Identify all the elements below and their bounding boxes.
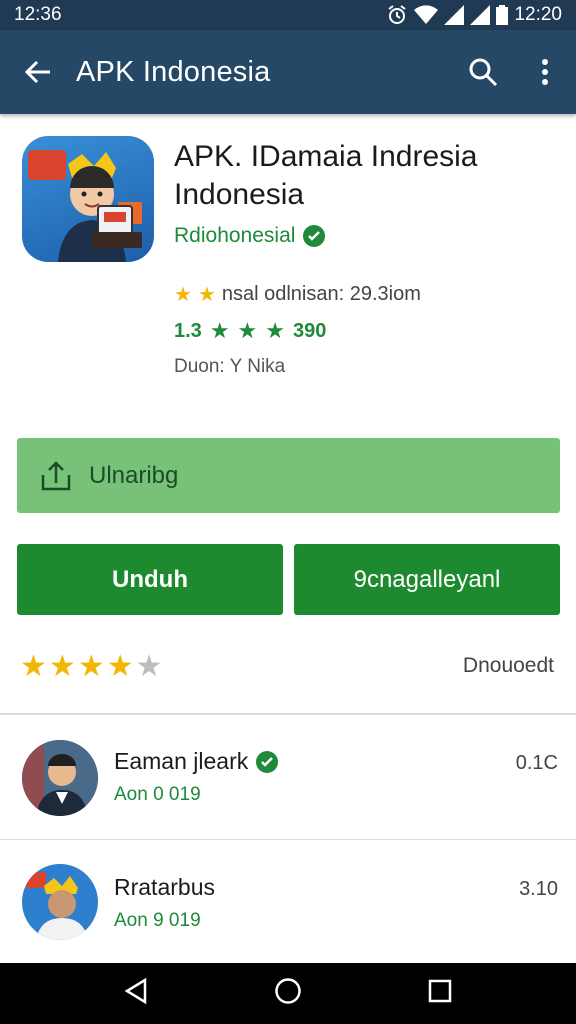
meta-line-1-text: nsal odlnisan: 29.3iom [221,283,421,305]
star-empty-icon: ★ [135,650,163,683]
list-item-subtitle: Aon 0 019 [114,784,201,805]
rating-count: 390 [293,319,327,342]
list-item[interactable]: Eaman jleark Aon 0 019 0.1C [0,722,576,842]
alarm-icon [386,5,408,25]
navigation-bar [0,963,576,1024]
divider [0,713,576,715]
status-icons: 12:20 [386,4,562,26]
rating-stars[interactable]: ★ ★ ★ ★ ★ [20,650,163,684]
back-button[interactable] [0,30,76,114]
rating-value: 1.3 [174,319,202,342]
list-item-value: 3.10 [519,878,558,900]
app-name: APK. IDamaia Indresia Indonesia [174,140,478,211]
app-icon [22,136,154,262]
avatar [22,864,98,940]
wifi-icon [414,5,439,25]
star-icon: ★ [48,650,76,683]
triangle-back-icon [124,977,146,1005]
nav-recents-button[interactable] [427,978,453,1009]
star-icon: ★ [174,284,192,306]
rating-summary: 1.3 ★ ★ ★ 390 [174,318,326,344]
install-bar-label: Ulnaribg [89,461,179,489]
app-bar: APK Indonesia [0,30,576,114]
star-icon: ★ [209,318,230,343]
list-item-value: 0.1C [515,752,558,774]
list-item-subtitle: Aon 9 019 [114,910,201,931]
search-button[interactable] [452,30,514,114]
search-icon [469,58,498,87]
list-item-title: Eaman jleark [114,748,279,775]
verified-check-icon [256,750,279,773]
nav-home-button[interactable] [274,977,302,1010]
share-upload-icon [41,460,71,490]
star-icon: ★ [20,650,47,683]
list-item[interactable]: Rratarbus Aon 9 019 3.10 [0,846,576,966]
star-icon: ★ [106,650,134,683]
more-options-button[interactable] [514,30,576,114]
rating-link[interactable]: Dnouoedt [463,654,554,678]
avatar [22,740,98,816]
developer-name[interactable]: Rdiohonesial [174,224,295,248]
list-item-title-text: Eaman jleark [114,748,249,774]
star-icon: ★ [237,318,258,343]
star-icon: ★ [77,650,105,683]
divider [0,839,576,840]
secondary-button[interactable]: 9cnagalleyanl [294,544,560,615]
install-bar[interactable]: Ulnaribg [17,438,560,513]
arrow-left-icon [24,60,50,84]
status-time: 12:36 [14,4,62,25]
status-bar: 12:36 12:20 [0,0,576,30]
list-item-title: Rratarbus [114,874,215,900]
more-vert-icon [542,59,548,85]
signal-icon-2 [470,5,491,25]
download-button[interactable]: Unduh [17,544,283,615]
meta-line-1: ★ ★ nsal odlnisan: 29.3iom [174,282,421,307]
battery-icon [496,5,509,25]
star-icon: ★ [197,284,216,306]
battery-time: 12:20 [514,4,562,25]
meta-line-3: Duon: Y Nika [174,356,286,377]
verified-check-icon [303,225,326,247]
developer-row[interactable]: Rdiohonesial [174,224,326,248]
page-title: APK Indonesia [76,55,271,88]
nav-back-button[interactable] [123,977,149,1010]
circle-home-icon [275,978,301,1004]
square-recents-icon [429,979,452,1003]
star-icon: ★ [265,318,286,343]
signal-icon [444,5,465,25]
app-logo-illustration [28,150,142,262]
